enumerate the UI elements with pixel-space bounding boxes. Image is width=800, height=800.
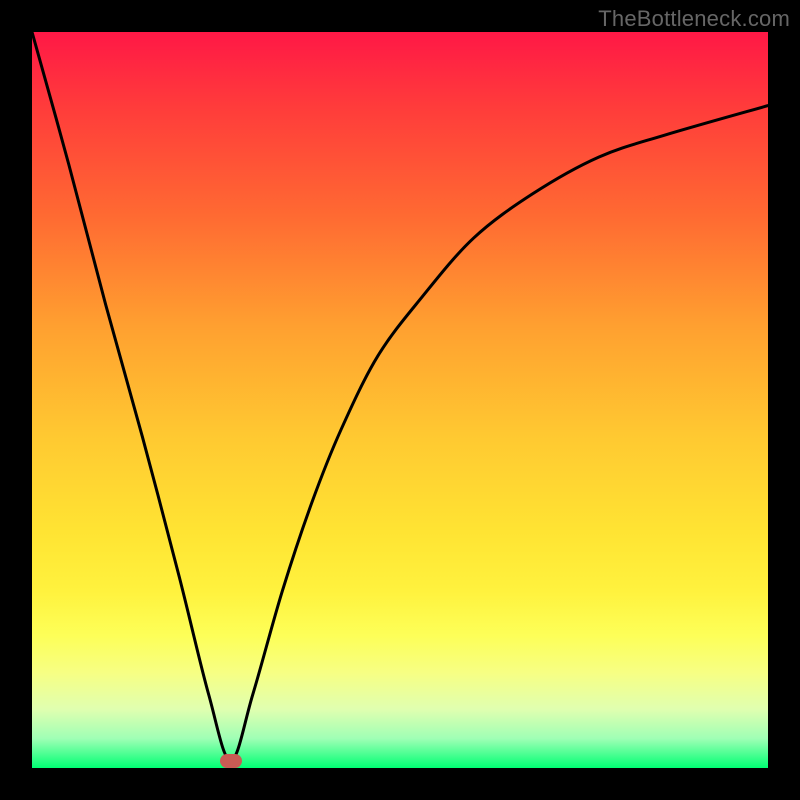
minimum-marker [220,754,242,768]
chart-plot-area [32,32,768,768]
watermark-text: TheBottleneck.com [598,6,790,32]
bottleneck-curve [32,32,768,761]
chart-curve-layer [32,32,768,768]
